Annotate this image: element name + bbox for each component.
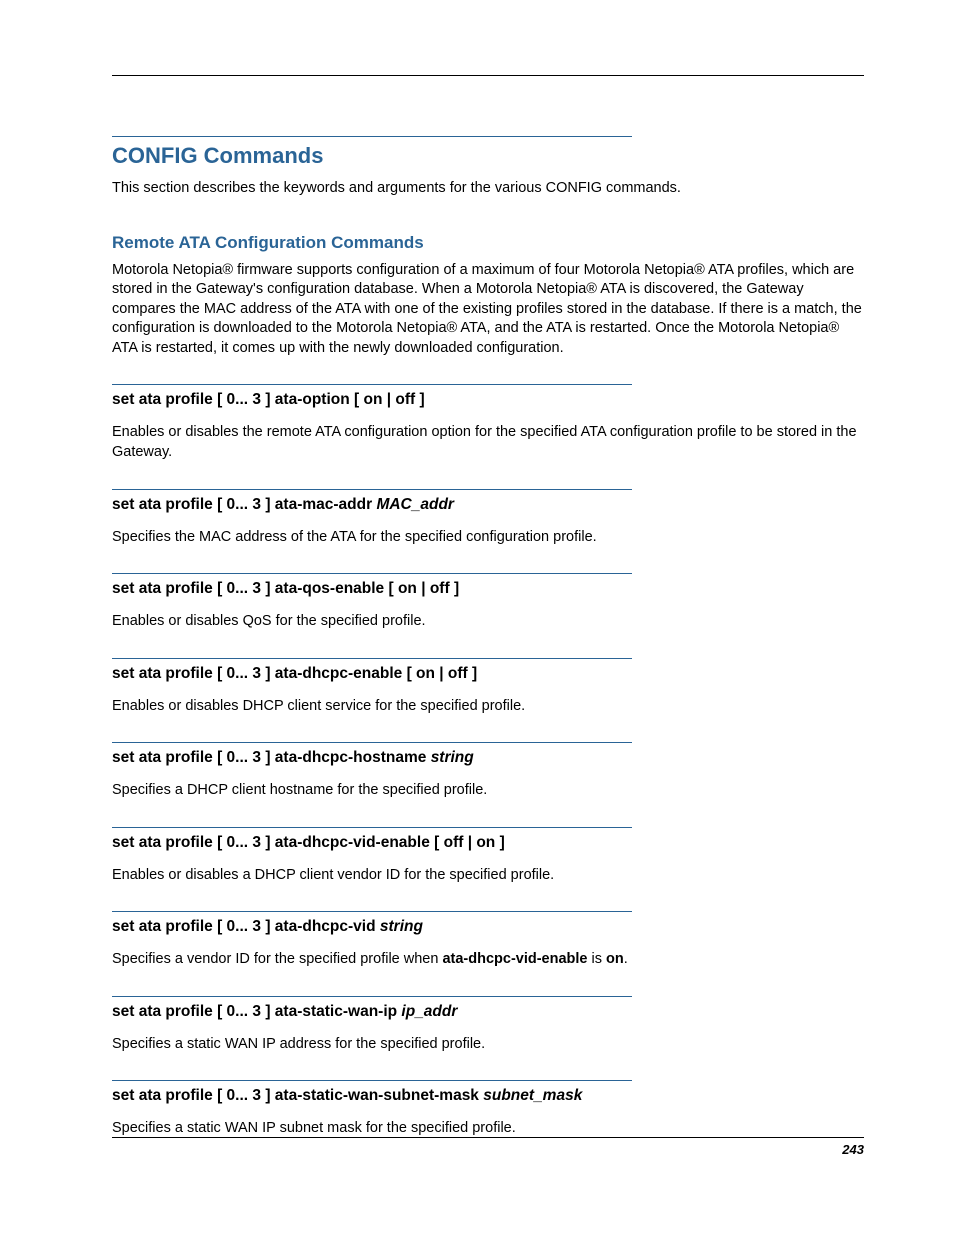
command-rule xyxy=(112,996,632,997)
desc-text: is xyxy=(588,951,607,967)
subsection-title: Remote ATA Configuration Commands xyxy=(112,233,864,253)
desc-keyword: on xyxy=(606,951,624,967)
command-arg: MAC_addr xyxy=(376,496,454,513)
page-title: CONFIG Commands xyxy=(112,143,864,169)
command-description: Specifies a static WAN IP address for th… xyxy=(112,1035,864,1055)
command-text: set ata profile [ 0... 3 ] ata-static-wa… xyxy=(112,1087,483,1104)
desc-text: Specifies a vendor ID for the specified … xyxy=(112,951,442,967)
command-description: Specifies a vendor ID for the specified … xyxy=(112,950,864,970)
page-footer: 243 xyxy=(112,1137,864,1157)
command-rule xyxy=(112,658,632,659)
document-page: CONFIG Commands This section describes t… xyxy=(0,0,954,1235)
command-description: Enables or disables QoS for the specifie… xyxy=(112,612,864,632)
command-section: set ata profile [ 0... 3 ] ata-option [ … xyxy=(112,384,864,462)
command-arg: subnet_mask xyxy=(483,1087,582,1104)
command-description: Enables or disables the remote ATA confi… xyxy=(112,423,864,462)
desc-keyword: ata-dhcpc-vid-enable xyxy=(442,951,587,967)
command-heading: set ata profile [ 0... 3 ] ata-mac-addr … xyxy=(112,496,864,514)
command-text: set ata profile [ 0... 3 ] ata-mac-addr xyxy=(112,496,376,513)
command-description: Enables or disables DHCP client service … xyxy=(112,697,864,717)
command-heading: set ata profile [ 0... 3 ] ata-dhcpc-vid… xyxy=(112,918,864,936)
command-section: set ata profile [ 0... 3 ] ata-static-wa… xyxy=(112,996,864,1055)
desc-text: . xyxy=(624,951,628,967)
command-text: set ata profile [ 0... 3 ] ata-dhcpc-ena… xyxy=(112,665,477,682)
desc-text: Specifies a DHCP client hostname for the… xyxy=(112,782,487,798)
command-rule xyxy=(112,827,632,828)
command-rule xyxy=(112,489,632,490)
desc-text: Enables or disables the remote ATA confi… xyxy=(112,424,857,460)
subsection-body: Motorola Netopia® firmware supports conf… xyxy=(112,261,864,359)
command-arg: ip_addr xyxy=(401,1003,457,1020)
command-text: set ata profile [ 0... 3 ] ata-option [ … xyxy=(112,391,425,408)
command-heading: set ata profile [ 0... 3 ] ata-static-wa… xyxy=(112,1087,864,1105)
command-description: Enables or disables a DHCP client vendor… xyxy=(112,866,864,886)
desc-text: Specifies the MAC address of the ATA for… xyxy=(112,529,597,545)
desc-text: Specifies a static WAN IP subnet mask fo… xyxy=(112,1120,516,1136)
command-rule xyxy=(112,384,632,385)
command-description: Specifies a DHCP client hostname for the… xyxy=(112,781,864,801)
command-heading: set ata profile [ 0... 3 ] ata-qos-enabl… xyxy=(112,580,864,598)
command-text: set ata profile [ 0... 3 ] ata-dhcpc-hos… xyxy=(112,749,431,766)
desc-text: Enables or disables QoS for the specifie… xyxy=(112,613,426,629)
command-section: set ata profile [ 0... 3 ] ata-static-wa… xyxy=(112,1080,864,1139)
command-section: set ata profile [ 0... 3 ] ata-dhcpc-vid… xyxy=(112,911,864,970)
command-text: set ata profile [ 0... 3 ] ata-static-wa… xyxy=(112,1003,401,1020)
desc-text: Enables or disables DHCP client service … xyxy=(112,698,525,714)
command-text: set ata profile [ 0... 3 ] ata-dhcpc-vid xyxy=(112,918,380,935)
top-horizontal-rule xyxy=(112,75,864,76)
title-rule xyxy=(112,136,632,137)
command-rule xyxy=(112,573,632,574)
command-rule xyxy=(112,742,632,743)
command-arg: string xyxy=(431,749,474,766)
command-heading: set ata profile [ 0... 3 ] ata-dhcpc-hos… xyxy=(112,749,864,767)
command-section: set ata profile [ 0... 3 ] ata-dhcpc-hos… xyxy=(112,742,864,801)
command-heading: set ata profile [ 0... 3 ] ata-dhcpc-vid… xyxy=(112,834,864,852)
command-section: set ata profile [ 0... 3 ] ata-dhcpc-vid… xyxy=(112,827,864,886)
command-arg: string xyxy=(380,918,423,935)
page-number: 243 xyxy=(842,1142,864,1157)
command-text: set ata profile [ 0... 3 ] ata-dhcpc-vid… xyxy=(112,834,505,851)
command-section: set ata profile [ 0... 3 ] ata-qos-enabl… xyxy=(112,573,864,632)
desc-text: Enables or disables a DHCP client vendor… xyxy=(112,867,554,883)
command-text: set ata profile [ 0... 3 ] ata-qos-enabl… xyxy=(112,580,459,597)
command-rule xyxy=(112,1080,632,1081)
desc-text: Specifies a static WAN IP address for th… xyxy=(112,1036,485,1052)
intro-paragraph: This section describes the keywords and … xyxy=(112,179,864,199)
command-rule xyxy=(112,911,632,912)
command-section: set ata profile [ 0... 3 ] ata-dhcpc-ena… xyxy=(112,658,864,717)
command-heading: set ata profile [ 0... 3 ] ata-dhcpc-ena… xyxy=(112,665,864,683)
command-section: set ata profile [ 0... 3 ] ata-mac-addr … xyxy=(112,489,864,548)
command-heading: set ata profile [ 0... 3 ] ata-static-wa… xyxy=(112,1003,864,1021)
command-heading: set ata profile [ 0... 3 ] ata-option [ … xyxy=(112,391,864,409)
command-description: Specifies the MAC address of the ATA for… xyxy=(112,528,864,548)
